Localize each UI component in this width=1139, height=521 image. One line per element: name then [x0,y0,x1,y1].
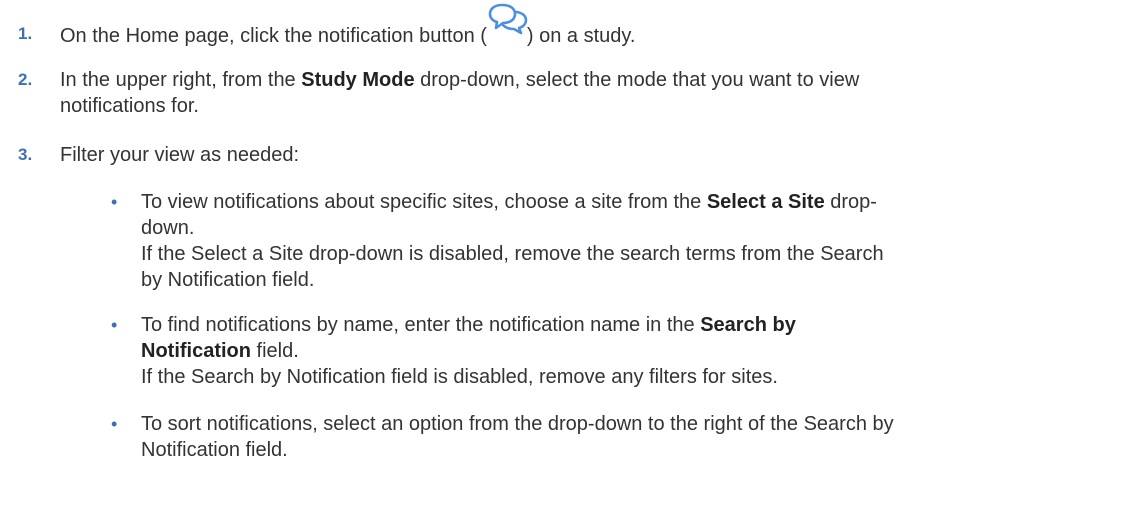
bullet-line: down. [141,217,195,239]
step-text: In the upper right, from the Study Mode … [60,68,1120,118]
step-text-line: In the upper right, from the Study Mode … [60,69,860,91]
bullet-note: If the Select a Site drop-down is disabl… [141,243,884,265]
chat-bubbles-icon [487,3,528,42]
bullet-line: To find notifications by name, enter the… [141,314,796,336]
notification-label: Notification [141,340,251,362]
step-text-pre: On the Home page, click the notification… [60,25,487,47]
study-mode-label: Study Mode [301,69,415,91]
step-text: Filter your view as needed: [60,144,300,166]
bullet-icon: • [111,414,118,434]
step-number: 1. [18,24,33,43]
bullet-line: To sort notifications, select an option … [141,413,894,435]
bullet-note: If the Search by Notification field is d… [141,366,778,388]
step-number: 3. [18,145,33,164]
bullet-line: Notification field. [141,439,288,461]
search-by-label: Search by [700,314,796,336]
select-a-site-label: Select a Site [706,191,825,213]
bullet-note: by Notification field. [141,269,315,291]
step-text-line: notifications for. [60,95,199,117]
bullet-line: To view notifications about specific sit… [141,191,877,213]
bullet-icon: • [111,315,118,335]
bullet-line: Notification field. [141,340,299,362]
step-text-post: ) on a study. [526,25,636,47]
step-number: 2. [18,70,33,89]
step-text: On the Home page, click the notification… [60,3,1120,48]
bullet-icon: • [111,192,118,212]
